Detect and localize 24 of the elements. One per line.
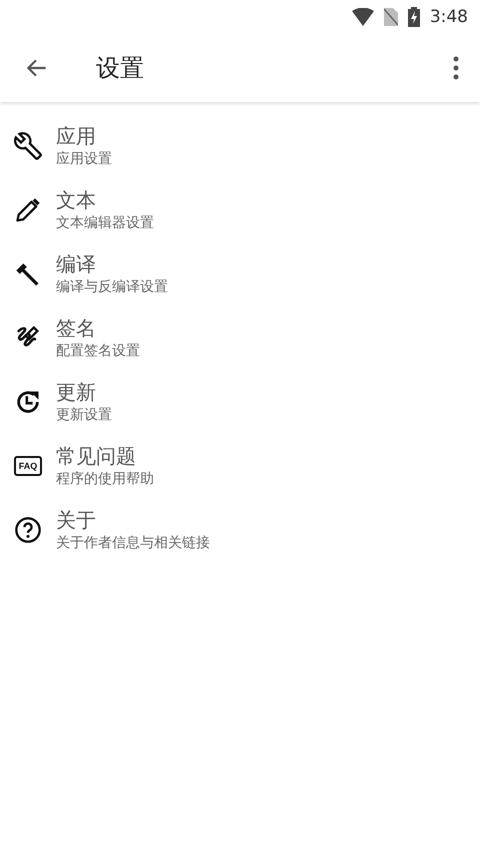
- faq-icon: FAQ: [14, 456, 42, 476]
- setting-title[interactable]: 常见问题: [56, 443, 136, 469]
- wrench-icon: [14, 132, 42, 160]
- setting-title[interactable]: 应用: [56, 123, 96, 149]
- setting-subtitle: 应用设置: [56, 150, 112, 169]
- more-options-icon[interactable]: [452, 56, 460, 80]
- battery-icon: [408, 7, 420, 27]
- setting-title[interactable]: 编译: [56, 251, 96, 277]
- setting-title[interactable]: 签名: [56, 315, 96, 341]
- setting-title[interactable]: 更新: [56, 379, 96, 405]
- setting-title[interactable]: 文本: [56, 187, 96, 213]
- setting-subtitle: 配置签名设置: [56, 342, 140, 361]
- setting-subtitle: 更新设置: [56, 406, 112, 425]
- no-sim-icon: [384, 8, 398, 26]
- wifi-icon: [352, 8, 374, 26]
- status-time: 3:48: [430, 7, 468, 27]
- pencil-icon: [14, 196, 42, 224]
- help-icon: [14, 516, 42, 544]
- page-title: 设置: [96, 53, 145, 84]
- setting-title[interactable]: 关于: [56, 507, 96, 533]
- setting-subtitle: 程序的使用帮助: [56, 470, 154, 489]
- setting-subtitle: 编译与反编译设置: [56, 278, 168, 297]
- setting-subtitle: 关于作者信息与相关链接: [56, 534, 210, 553]
- setting-subtitle: 文本编辑器设置: [56, 214, 154, 233]
